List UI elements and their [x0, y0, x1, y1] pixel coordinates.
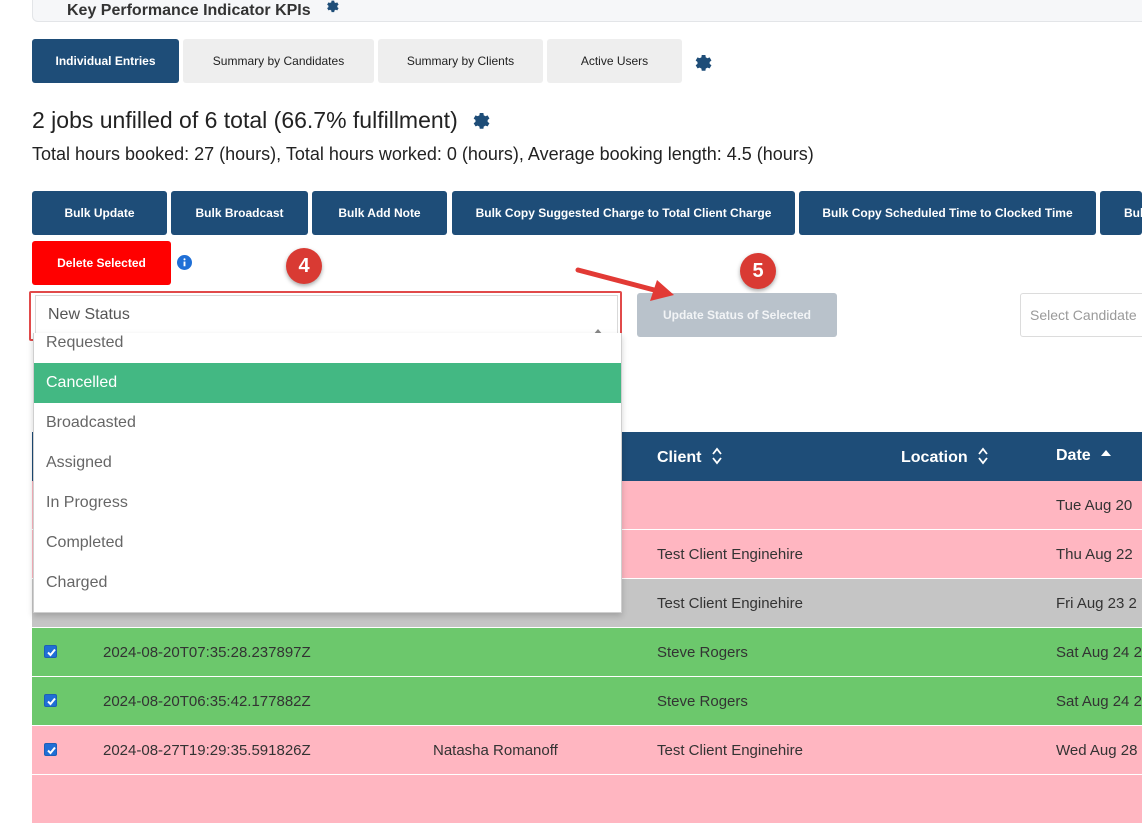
table-row[interactable]: 2024-08-20T07:35:28.237897Z Steve Rogers… [32, 628, 1142, 677]
row-date: Wed Aug 28 [1056, 742, 1138, 759]
status-option-cancelled[interactable]: Cancelled [34, 363, 621, 403]
tab-active-users[interactable]: Active Users [547, 39, 682, 83]
row-client: Test Client Enginehire [657, 595, 803, 612]
row-id: 2024-08-20T06:35:42.177882Z [103, 693, 311, 710]
hours-summary: Total hours booked: 27 (hours), Total ho… [32, 144, 814, 164]
bulk-copy-charge-button[interactable]: Bulk Copy Suggested Charge to Total Clie… [452, 191, 795, 235]
status-option-requested[interactable]: Requested [34, 323, 621, 363]
delete-selected-button[interactable]: Delete Selected [32, 241, 171, 285]
status-option-completed[interactable]: Completed [34, 523, 621, 563]
status-dropdown-list: Requested Cancelled Broadcasted Assigned… [33, 333, 622, 613]
row-date: Sat Aug 24 2 [1056, 693, 1142, 710]
row-checkbox[interactable] [44, 645, 57, 658]
annotation-arrow-icon [575, 267, 674, 301]
bulk-broadcast-button[interactable]: Bulk Broadcast [171, 191, 308, 235]
tab-summary-by-candidates[interactable]: Summary by Candidates [183, 39, 374, 83]
row-checkbox[interactable] [44, 743, 57, 756]
column-header-date[interactable]: Date [1056, 447, 1112, 465]
row-client: Test Client Enginehire [657, 546, 803, 563]
bulk-more-button[interactable]: Bul [1100, 191, 1142, 235]
row-candidate: Natasha Romanoff [433, 742, 558, 759]
column-header-client[interactable]: Client [657, 447, 722, 467]
check-icon [47, 648, 56, 657]
row-id: 2024-08-27T19:29:35.591826Z [103, 742, 311, 759]
column-header-location[interactable]: Location [901, 447, 988, 467]
new-status-value: New Status [48, 306, 130, 323]
status-option-broadcasted[interactable]: Broadcasted [34, 403, 621, 443]
row-client: Steve Rogers [657, 693, 748, 710]
bulk-add-note-button[interactable]: Bulk Add Note [312, 191, 447, 235]
status-option-in-progress[interactable]: In Progress [34, 483, 621, 523]
row-client: Steve Rogers [657, 644, 748, 661]
tabs-settings-gear-icon[interactable] [690, 50, 712, 77]
sort-both-icon [978, 447, 988, 465]
step-5-badge: 5 [740, 253, 776, 289]
summary-gear-icon[interactable] [468, 108, 490, 136]
step-4-badge: 4 [286, 248, 322, 284]
select-candidate-input[interactable] [1020, 293, 1142, 337]
gear-icon[interactable] [323, 0, 339, 18]
check-icon [47, 746, 56, 755]
tab-individual-entries[interactable]: Individual Entries [32, 39, 179, 83]
row-id: 2024-08-20T07:35:28.237897Z [103, 644, 311, 661]
row-date: Sat Aug 24 2 [1056, 644, 1142, 661]
kpi-title: Key Performance Indicator KPIs [67, 2, 311, 19]
table-row[interactable]: 2024-08-20T06:35:42.177882Z Steve Rogers… [32, 677, 1142, 726]
fulfillment-summary: 2 jobs unfilled of 6 total (66.7% fulfil… [32, 107, 490, 136]
fulfillment-summary-text: 2 jobs unfilled of 6 total (66.7% fulfil… [32, 107, 458, 133]
row-date: Tue Aug 20 [1056, 497, 1133, 514]
status-option-assigned[interactable]: Assigned [34, 443, 621, 483]
bulk-copy-time-button[interactable]: Bulk Copy Scheduled Time to Clocked Time [799, 191, 1096, 235]
row-date: Fri Aug 23 2 [1056, 595, 1137, 612]
sort-asc-icon [1101, 450, 1112, 456]
kpi-section-header[interactable]: Key Performance Indicator KPIs [32, 0, 1142, 22]
tab-summary-by-clients[interactable]: Summary by Clients [378, 39, 543, 83]
status-option-charged[interactable]: Charged [34, 563, 621, 603]
sort-both-icon [712, 447, 722, 465]
row-date: Thu Aug 22 [1056, 546, 1133, 563]
check-icon [47, 697, 56, 706]
table-row[interactable]: 2024-08-27T19:29:35.591826Z Natasha Roma… [32, 726, 1142, 775]
bulk-update-button[interactable]: Bulk Update [32, 191, 167, 235]
row-checkbox[interactable] [44, 694, 57, 707]
row-client: Test Client Enginehire [657, 742, 803, 759]
table-row[interactable] [32, 775, 1142, 824]
info-icon[interactable] [177, 255, 192, 275]
